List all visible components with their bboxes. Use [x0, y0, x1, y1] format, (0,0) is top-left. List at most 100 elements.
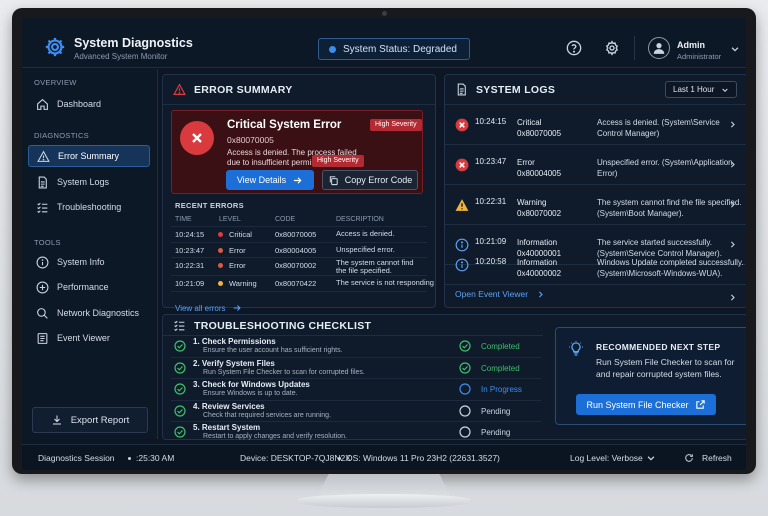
sidebar-item-label: Troubleshooting — [57, 202, 122, 212]
chevron-right-icon[interactable] — [728, 200, 737, 209]
check-circle-icon — [174, 340, 186, 352]
checklist-item-status: In Progress — [481, 385, 522, 394]
checklist-item[interactable]: 1. Check Permissions Ensure the user acc… — [171, 336, 541, 358]
chevron-right-icon[interactable] — [728, 120, 737, 129]
checklist-item-title: 3. Check for Windows Updates — [193, 380, 310, 389]
sidebar-item-dashboard[interactable]: Dashboard — [28, 93, 150, 115]
sidebar-item-label: Dashboard — [57, 99, 102, 109]
check-circle-icon — [459, 340, 471, 352]
refresh-button[interactable]: Refresh — [702, 453, 732, 463]
system-logs-header: SYSTEM LOGS — [455, 83, 555, 96]
recommended-text: Run System File Checker to scan for and … — [596, 357, 735, 379]
checklist-icon — [37, 202, 48, 213]
chevron-down-icon — [722, 88, 728, 92]
run-sfc-button[interactable]: Run System File Checker — [576, 394, 716, 415]
log-time: 10:23:47 — [475, 157, 507, 166]
checklist-item-title: 2. Verify System Files — [193, 358, 275, 368]
log-level-select[interactable]: Log Level: Verbose — [570, 453, 643, 463]
error-code: 0x80070005 — [227, 135, 274, 145]
user-name[interactable]: Admin — [677, 40, 705, 50]
log-level-name: Warning — [517, 198, 547, 207]
document-icon — [457, 83, 466, 96]
severity-badge-inline: High Severity — [312, 155, 364, 167]
check-circle-icon — [174, 383, 186, 395]
user-avatar[interactable] — [648, 37, 670, 59]
checklist-item-title: 4. Review Services — [193, 401, 265, 411]
row-desc: Access is denied. — [336, 229, 395, 238]
log-row[interactable]: 10:20:58 Information 0x40000002 Windows U… — [445, 245, 746, 285]
system-status-badge[interactable]: System Status: Degraded — [318, 38, 470, 60]
sidebar-item-system-info[interactable]: System Info — [28, 251, 150, 273]
chevron-down-icon[interactable] — [646, 453, 656, 463]
log-code: 0x40000002 — [517, 269, 562, 278]
warning-icon — [455, 199, 469, 211]
sidebar-item-error-summary[interactable]: Error Summary — [28, 145, 150, 167]
open-event-viewer-link[interactable]: Open Event Viewer — [455, 289, 545, 299]
checklist-item-title: 5. Restart System — [193, 423, 261, 432]
log-description: Unspecified error. (System\Application E… — [597, 158, 733, 178]
system-logs-panel: SYSTEM LOGS Last 1 Hour 10:24:15 Critica… — [444, 74, 746, 308]
recommended-title: RECOMMENDED NEXT STEP — [596, 342, 721, 352]
table-row[interactable]: 10:22:31 Error 0x80070002 The system can… — [171, 258, 427, 276]
table-header: TIME LEVEL CODE DESCRIPTION — [171, 213, 427, 227]
recent-errors-table: TIME LEVEL CODE DESCRIPTION 10:24:15 Cri… — [171, 213, 434, 292]
log-row[interactable]: 10:22:31 Warning 0x80070002 The system ca… — [445, 185, 746, 225]
checklist-item[interactable]: 3. Check for Windows Updates Ensure Wind… — [171, 379, 541, 401]
level-dot-icon — [218, 281, 223, 286]
monitor-frame: System Diagnostics Advanced System Monit… — [12, 8, 756, 474]
view-all-errors-link[interactable]: View all errors — [175, 303, 242, 313]
row-code: 0x80070002 — [275, 261, 317, 270]
table-row[interactable]: 10:21:09 Warning 0x80070422 The service … — [171, 276, 434, 292]
row-level: Error — [229, 245, 246, 255]
download-icon — [52, 415, 61, 425]
view-details-button[interactable]: View Details — [226, 170, 314, 190]
row-code: 0x80070422 — [275, 279, 317, 288]
sidebar-item-label: Network Diagnostics — [57, 308, 140, 318]
sidebar-item-event-viewer[interactable]: Event Viewer — [28, 327, 150, 349]
sidebar-item-label: System Info — [57, 257, 105, 267]
run-sfc-label: Run System File Checker — [586, 399, 689, 410]
checklist-item[interactable]: 4. Review Services Check that required s… — [171, 401, 541, 422]
search-icon — [37, 307, 48, 319]
log-row[interactable]: 10:24:15 Critical 0x80070005 Access is de… — [445, 105, 746, 145]
arrow-right-icon — [294, 176, 302, 184]
sidebar-item-troubleshooting[interactable]: Troubleshooting — [28, 196, 150, 218]
sidebar-item-system-logs[interactable]: System Logs — [28, 171, 150, 193]
export-report-button[interactable]: Export Report — [32, 407, 148, 433]
chevron-right-icon[interactable] — [728, 160, 737, 169]
log-description: Windows Update completed successfully. (… — [597, 258, 744, 278]
critical-error-card: Critical System Error High Severity 0x80… — [171, 110, 423, 194]
gear-icon[interactable] — [604, 40, 620, 56]
row-level: Critical — [229, 230, 252, 239]
checklist-item-status: Completed — [481, 363, 520, 373]
device-name: Device: DESKTOP-7QJ8N2X — [240, 453, 351, 463]
column-header: CODE — [275, 216, 296, 223]
severity-badge: High Severity — [370, 119, 422, 131]
error-title: Critical System Error — [227, 119, 342, 131]
chevron-down-icon[interactable] — [730, 44, 740, 54]
table-row[interactable]: 10:23:47 Error 0x80004005 Unspecified er… — [171, 243, 427, 258]
row-time: 10:21:09 — [175, 279, 205, 288]
checklist-item-status: Completed — [481, 342, 520, 351]
refresh-icon[interactable] — [684, 453, 694, 463]
log-code: 0x80070002 — [517, 209, 562, 218]
help-icon[interactable] — [566, 40, 582, 56]
copy-error-code-button[interactable]: Copy Error Code — [322, 170, 418, 190]
screen: System Diagnostics Advanced System Monit… — [22, 18, 746, 470]
checklist-item[interactable]: 5. Restart System Restart to apply chang… — [171, 422, 541, 444]
checklist-item[interactable]: 2. Verify System Files Run System File C… — [171, 358, 541, 379]
row-code: 0x80070005 — [275, 230, 317, 239]
table-row[interactable]: 10:24:15 Critical 0x80070005 Access is d… — [171, 227, 427, 243]
check-circle-icon — [174, 404, 186, 417]
level-dot-icon — [218, 232, 223, 237]
sidebar-item-performance[interactable]: Performance — [28, 276, 150, 298]
system-logs-title: SYSTEM LOGS — [476, 83, 556, 96]
copy-error-code-label: Copy Error Code — [344, 175, 413, 185]
time-range-select[interactable]: Last 1 Hour — [665, 81, 737, 98]
monitor-stand — [318, 474, 450, 496]
log-row[interactable]: 10:23:47 Error 0x80004005 Unspecified err… — [445, 145, 746, 185]
sidebar-item-network-diagnostics[interactable]: Network Diagnostics — [28, 302, 150, 324]
chevron-right-icon[interactable] — [728, 293, 737, 302]
log-level-name: Information — [517, 258, 558, 267]
log-code: 0x80070005 — [517, 129, 562, 138]
